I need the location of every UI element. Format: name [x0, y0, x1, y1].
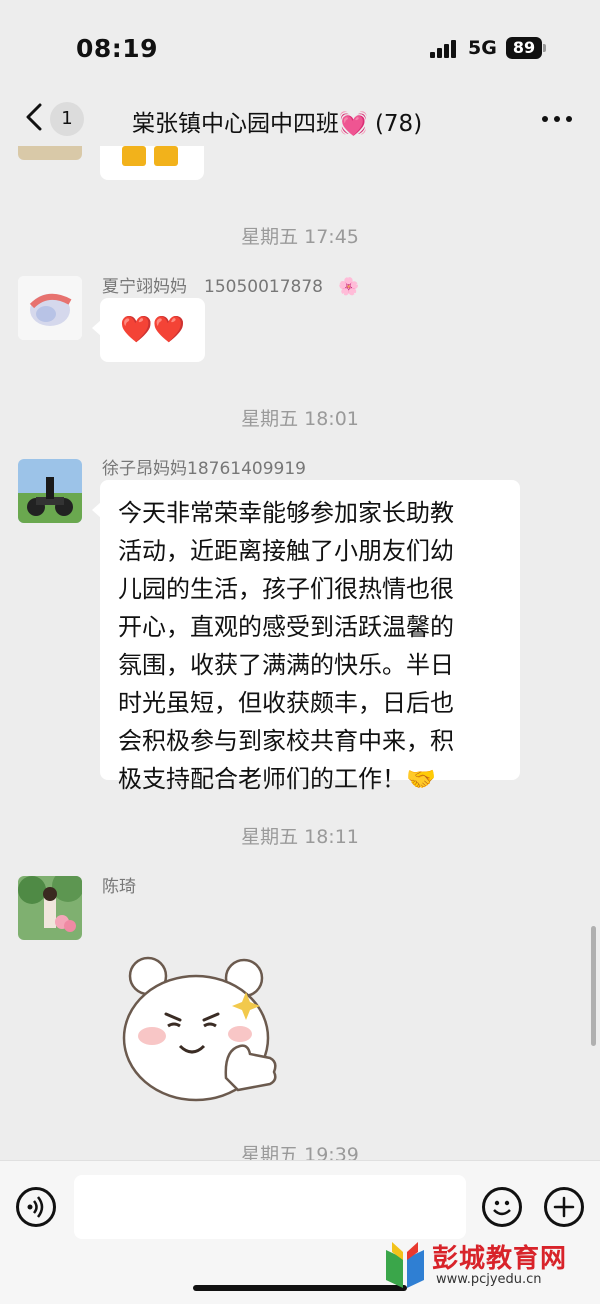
battery-icon: 89 [506, 37, 542, 59]
flower-emoji: 🌸 [338, 277, 360, 297]
sender-name: 夏宁翊妈妈 15050017878 🌸 [102, 277, 360, 297]
plus-sign-icon [553, 1196, 575, 1218]
book-logo-icon [386, 1242, 424, 1288]
watermark-name: 彭城教育网 [432, 1244, 568, 1274]
more-icon[interactable] [540, 104, 574, 130]
timestamp: 星期五 19:39 [241, 1144, 359, 1160]
network-type: 5G [468, 37, 497, 59]
avatar[interactable] [18, 146, 82, 160]
timestamp: 星期五 18:11 [241, 826, 359, 848]
message-bubble-partial[interactable] [100, 146, 204, 180]
voice-wave-icon [27, 1196, 44, 1218]
smiley-face-icon [493, 1200, 511, 1216]
scrollbar[interactable] [591, 926, 596, 1046]
sender-name: 徐子昂妈妈18761409919 [102, 459, 306, 479]
unread-badge[interactable]: 1 [50, 102, 84, 136]
avatar-image [18, 459, 82, 523]
timestamp: 星期五 18:01 [241, 408, 359, 430]
thumbs-emoji-icon [122, 146, 146, 166]
battery-tip [543, 44, 546, 52]
avatar[interactable] [18, 459, 82, 523]
message-bubble[interactable]: ❤️❤️ [92, 298, 205, 362]
member-count: (78) [374, 111, 423, 137]
watermark: 彭城教育网 www.pcjyedu.cn [382, 1236, 594, 1296]
plus-icon[interactable] [544, 1187, 584, 1227]
home-indicator[interactable] [193, 1285, 407, 1291]
thumbs-emoji-icon [154, 146, 178, 166]
emoji-icon[interactable] [482, 1187, 522, 1227]
heart-emoji: 💓 [339, 111, 368, 137]
chat-header: 1 棠张镇中心园中四班💓 (78) [0, 92, 600, 146]
watermark-url: www.pcjyedu.cn [436, 1272, 542, 1287]
signal-icon [430, 40, 460, 58]
avatar-image [18, 276, 82, 340]
avatar[interactable] [18, 276, 82, 340]
avatar[interactable] [18, 876, 82, 940]
back-icon[interactable] [22, 102, 48, 132]
status-time: 08:19 [76, 34, 159, 63]
timestamp: 星期五 17:45 [241, 226, 359, 248]
hearts-emoji: ❤️❤️ [120, 315, 185, 345]
page-title: 棠张镇中心园中四班💓 (78) [132, 104, 422, 138]
message-input[interactable] [74, 1175, 466, 1239]
avatar-image [18, 876, 82, 940]
sender-name: 陈琦 [102, 877, 136, 897]
voice-icon[interactable] [16, 1187, 56, 1227]
message-bubble[interactable]: 今天非常荣幸能够参加家长助教 活动，近距离接触了小朋友们幼 儿园的生活，孩子们很… [92, 480, 520, 793]
message-text: 今天非常荣幸能够参加家长助教 活动，近距离接触了小朋友们幼 儿园的生活，孩子们很… [118, 499, 454, 793]
message-list[interactable]: 星期五 17:45 夏宁翊妈妈 15050017878 🌸 ❤️❤️ 星期五 1… [0, 146, 600, 1160]
status-bar: 08:19 5G 89 [0, 0, 600, 90]
bear-thumbs-up-sticker[interactable] [118, 954, 286, 1102]
group-name: 棠张镇中心园中四班 [132, 111, 339, 137]
